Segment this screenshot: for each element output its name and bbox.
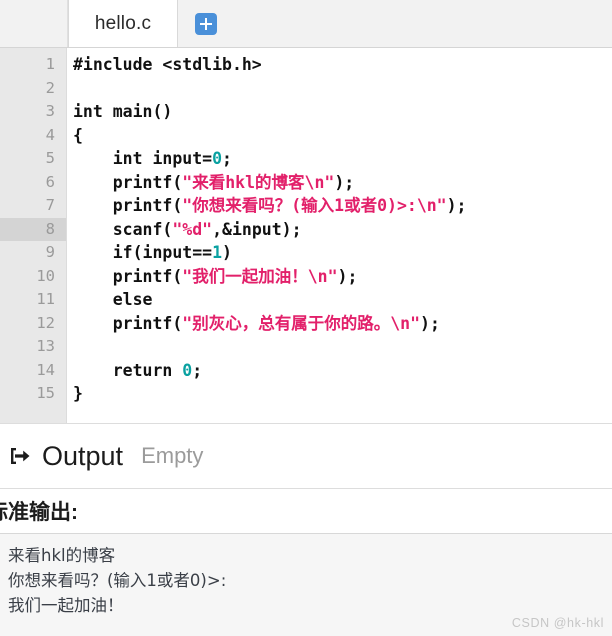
code-token-plain: if(input== (73, 243, 213, 262)
line-number-3: 3 (45, 102, 55, 120)
code-editor-app: hello.c 1 2 3 4 5 6 7 8 9 10 11 12 13 14 15 #include <… (0, 0, 612, 636)
code-token-str: "你想来看吗？(输入1或者0)>:\n" (182, 196, 447, 215)
line-number-12: 12 (36, 313, 55, 332)
code-token-plain: ,&input); (212, 219, 302, 239)
code-token-plain: ); (420, 313, 440, 333)
code-token-plain: int input= (73, 149, 213, 168)
code-token-str: "我们一起加油！\n" (182, 266, 338, 286)
line-number-15: 15 (36, 384, 55, 402)
code-line-1: #include <stdlib.h> (73, 53, 612, 77)
code-editor[interactable]: 1 2 3 4 5 6 7 8 9 10 11 12 13 14 15 #include <stdlib.h… (0, 48, 612, 423)
add-tab-icon[interactable] (195, 12, 217, 35)
line-number-14: 14 (36, 360, 55, 379)
line-number-gutter: 1 2 3 4 5 6 7 8 9 10 11 12 13 14 15 (0, 48, 67, 423)
code-line-14: return 0; (73, 359, 612, 383)
line-number-4: 4 (45, 125, 55, 144)
code-token-num: 0 (182, 360, 193, 380)
code-token-plain: #include <stdlib.h> (73, 55, 262, 74)
code-token-plain: printf( (73, 266, 183, 286)
code-token-num: 0 (212, 149, 223, 168)
code-token-plain: ); (334, 172, 355, 192)
tab-bar-trailing (178, 0, 612, 47)
code-token-str: "%d" (172, 219, 213, 239)
stdout-line-3: 我们一起加油！ (8, 596, 124, 615)
code-token-plain: ); (337, 266, 358, 286)
code-token-plain: ) (222, 243, 232, 262)
code-token-plain: scanf( (73, 219, 173, 239)
stdout-line-1: 来看hkl的博客 (8, 546, 116, 565)
tab-bar: hello.c (0, 0, 612, 48)
code-token-plain: ; (192, 360, 203, 380)
stdout-header-label: 标准输出: (0, 501, 78, 524)
line-number-10: 10 (36, 266, 55, 285)
code-token-plain: } (73, 384, 83, 403)
code-token-str: "来看hkl的博客\n" (182, 172, 335, 192)
code-token-plain: printf( (73, 313, 183, 333)
sign-out-icon (7, 443, 33, 469)
tab-hello-c[interactable]: hello.c (68, 0, 178, 47)
code-token-plain: ); (446, 196, 467, 215)
code-token-str: "别灰心，总有属于你的路。\n" (182, 313, 421, 333)
code-line-7: printf("你想来看吗？(输入1或者0)>:\n"); (73, 194, 612, 218)
line-number-5: 5 (45, 149, 55, 167)
tab-bar-gutter-spacer (0, 0, 68, 47)
output-title: Output (42, 440, 124, 471)
code-line-15: } (73, 382, 612, 406)
code-line-8: scanf("%d",&input); (73, 218, 612, 242)
code-token-plain: int main() (73, 102, 173, 121)
code-line-10: printf("我们一起加油！\n"); (73, 265, 612, 289)
line-number-8: 8 (0, 217, 66, 241)
stdout-line-2: 你想来看吗？(输入1或者0)>: (8, 571, 227, 590)
code-token-num: 1 (212, 243, 223, 262)
code-token-plain: else (73, 290, 153, 309)
output-status: Empty (141, 443, 204, 468)
code-line-3: int main() (73, 100, 612, 124)
code-area[interactable]: #include <stdlib.h> int main() { int inpu… (67, 48, 612, 423)
code-token-plain: ; (222, 149, 232, 168)
line-number-9: 9 (45, 243, 55, 261)
code-line-6: printf("来看hkl的博客\n"); (73, 171, 612, 195)
output-bar: Output Empty (0, 423, 612, 489)
line-number-7: 7 (45, 196, 55, 214)
line-number-13: 13 (36, 337, 55, 355)
code-token-plain: return (73, 360, 183, 380)
code-line-11: else (73, 288, 612, 312)
code-token-plain: printf( (73, 196, 183, 215)
line-number-11: 11 (36, 290, 55, 308)
stdout-header: 标准输出: (0, 489, 612, 534)
code-line-9: if(input==1) (73, 241, 612, 265)
code-token-plain: printf( (73, 172, 183, 192)
line-number-2: 2 (45, 78, 55, 97)
code-line-4: { (73, 124, 612, 148)
line-number-1: 1 (45, 55, 55, 73)
watermark: CSDN @hk-hkl (511, 616, 604, 630)
code-token-plain: { (73, 125, 83, 145)
code-line-12: printf("别灰心，总有属于你的路。\n"); (73, 312, 612, 336)
tab-label: hello.c (94, 12, 152, 34)
code-line-5: int input=0; (73, 147, 612, 171)
line-number-6: 6 (45, 172, 55, 191)
